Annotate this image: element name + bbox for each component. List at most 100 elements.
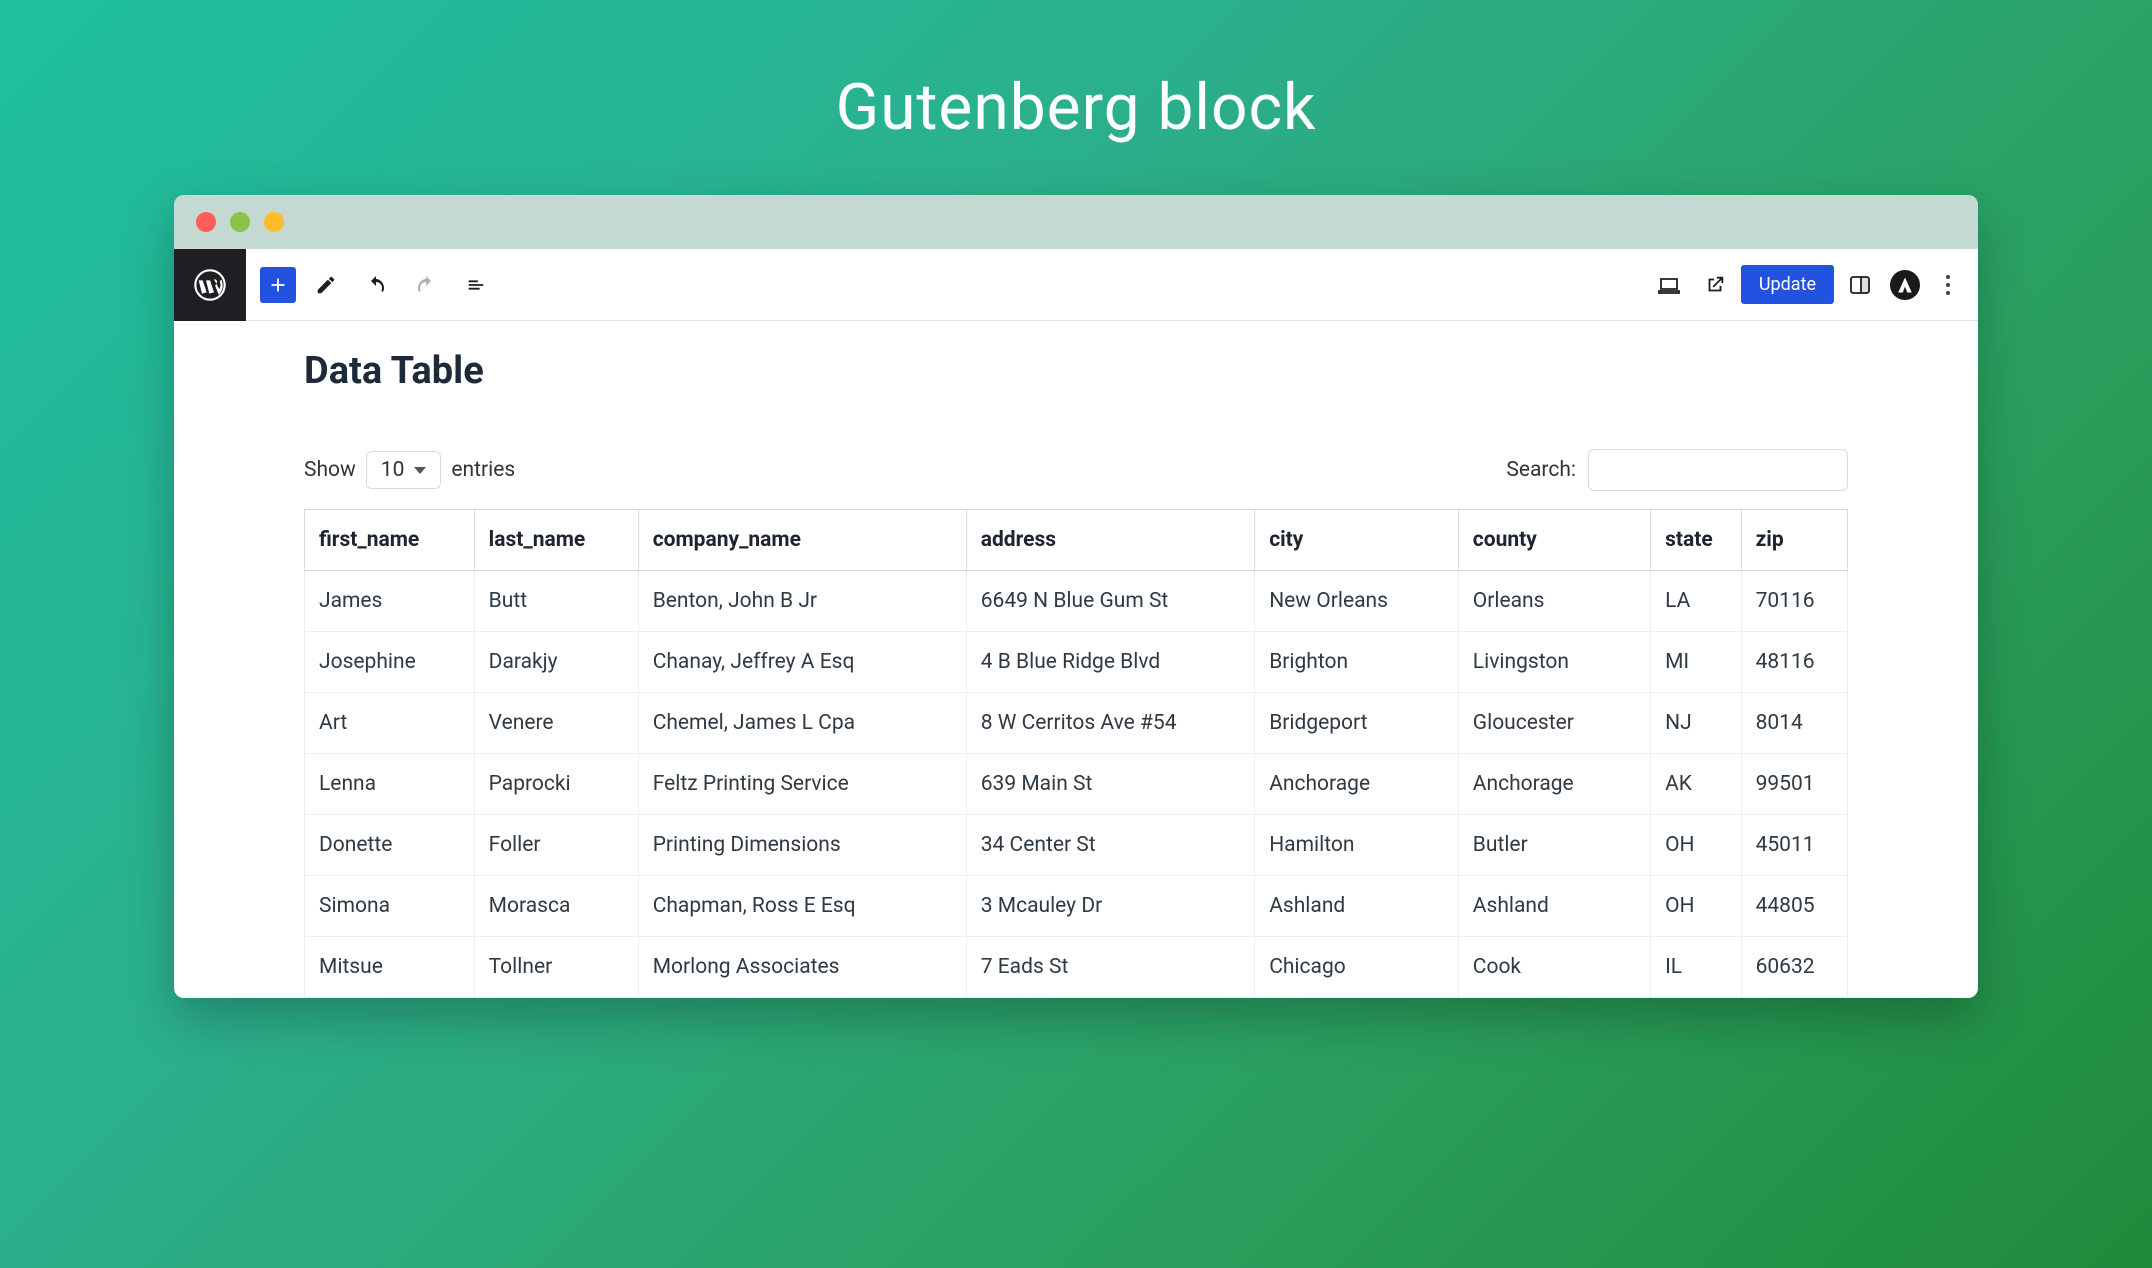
cell-county: Butler	[1458, 815, 1650, 876]
cell-last-name: Foller	[474, 815, 638, 876]
hero-title: Gutenberg block	[0, 0, 2152, 195]
cell-state: AK	[1651, 754, 1741, 815]
cell-county: Gloucester	[1458, 693, 1650, 754]
cell-last-name: Paprocki	[474, 754, 638, 815]
editor-topbar: Update	[174, 249, 1978, 321]
window-close-dot[interactable]	[196, 212, 216, 232]
table-row: ArtVenereChemel, James L Cpa8 W Cerritos…	[305, 693, 1848, 754]
page-length-value: 10	[381, 458, 405, 482]
table-row: DonetteFollerPrinting Dimensions34 Cente…	[305, 815, 1848, 876]
cell-zip: 70116	[1741, 571, 1847, 632]
cell-company-name: Feltz Printing Service	[638, 754, 966, 815]
sidebar-icon	[1848, 273, 1872, 297]
redo-icon	[414, 273, 438, 297]
table-header-row: first_name last_name company_name addres…	[305, 510, 1848, 571]
cell-company-name: Printing Dimensions	[638, 815, 966, 876]
cell-address: 4 B Blue Ridge Blvd	[966, 632, 1254, 693]
editor-content: Data Table Show 10 entries Search: first…	[174, 321, 1978, 998]
cell-last-name: Venere	[474, 693, 638, 754]
column-header-first-name[interactable]: first_name	[305, 510, 475, 571]
table-row: SimonaMorascaChapman, Ross E Esq3 Mcaule…	[305, 876, 1848, 937]
cell-last-name: Darakjy	[474, 632, 638, 693]
column-header-state[interactable]: state	[1651, 510, 1741, 571]
cell-city: Anchorage	[1255, 754, 1459, 815]
table-row: LennaPaprockiFeltz Printing Service639 M…	[305, 754, 1848, 815]
search-input[interactable]	[1588, 449, 1848, 491]
column-header-county[interactable]: county	[1458, 510, 1650, 571]
cell-company-name: Benton, John B Jr	[638, 571, 966, 632]
cell-company-name: Chanay, Jeffrey A Esq	[638, 632, 966, 693]
cell-address: 639 Main St	[966, 754, 1254, 815]
cell-first-name: James	[305, 571, 475, 632]
wordpress-logo[interactable]	[174, 249, 246, 321]
column-header-address[interactable]: address	[966, 510, 1254, 571]
wordpress-icon	[194, 269, 226, 301]
length-control: Show 10 entries	[304, 451, 515, 489]
window-minimize-dot[interactable]	[230, 212, 250, 232]
astra-theme-badge[interactable]	[1890, 270, 1920, 300]
cell-address: 3 Mcauley Dr	[966, 876, 1254, 937]
kebab-icon	[1946, 283, 1950, 287]
cell-first-name: Mitsue	[305, 937, 475, 998]
cell-state: MI	[1651, 632, 1741, 693]
cell-last-name: Butt	[474, 571, 638, 632]
data-table: first_name last_name company_name addres…	[304, 509, 1848, 998]
undo-button[interactable]	[356, 265, 396, 305]
cell-company-name: Morlong Associates	[638, 937, 966, 998]
cell-state: LA	[1651, 571, 1741, 632]
preview-device-button[interactable]	[1649, 265, 1689, 305]
cell-zip: 45011	[1741, 815, 1847, 876]
toolbar-left	[246, 265, 496, 305]
document-overview-button[interactable]	[456, 265, 496, 305]
column-header-last-name[interactable]: last_name	[474, 510, 638, 571]
entries-label: entries	[451, 458, 515, 482]
edit-mode-button[interactable]	[306, 265, 346, 305]
cell-company-name: Chemel, James L Cpa	[638, 693, 966, 754]
options-menu-button[interactable]	[1930, 267, 1966, 303]
show-label: Show	[304, 458, 356, 482]
laptop-icon	[1657, 273, 1681, 297]
page-title: Data Table	[304, 349, 1848, 393]
table-row: MitsueTollnerMorlong Associates7 Eads St…	[305, 937, 1848, 998]
cell-first-name: Simona	[305, 876, 475, 937]
cell-city: Hamilton	[1255, 815, 1459, 876]
cell-first-name: Lenna	[305, 754, 475, 815]
undo-icon	[364, 273, 388, 297]
cell-company-name: Chapman, Ross E Esq	[638, 876, 966, 937]
add-block-button[interactable]	[260, 267, 296, 303]
window-maximize-dot[interactable]	[264, 212, 284, 232]
column-header-zip[interactable]: zip	[1741, 510, 1847, 571]
cell-city: Brighton	[1255, 632, 1459, 693]
page-length-select[interactable]: 10	[366, 451, 442, 489]
cell-zip: 48116	[1741, 632, 1847, 693]
cell-county: Cook	[1458, 937, 1650, 998]
cell-address: 7 Eads St	[966, 937, 1254, 998]
cell-county: Anchorage	[1458, 754, 1650, 815]
cell-first-name: Art	[305, 693, 475, 754]
cell-city: New Orleans	[1255, 571, 1459, 632]
cell-zip: 60632	[1741, 937, 1847, 998]
window-titlebar	[174, 195, 1978, 249]
search-label: Search:	[1506, 458, 1576, 482]
list-icon	[465, 274, 487, 296]
external-link-icon	[1704, 274, 1726, 296]
column-header-city[interactable]: city	[1255, 510, 1459, 571]
toolbar-right: Update	[1649, 265, 1978, 305]
cell-city: Chicago	[1255, 937, 1459, 998]
sidebar-toggle-button[interactable]	[1840, 265, 1880, 305]
cell-state: OH	[1651, 815, 1741, 876]
cell-state: NJ	[1651, 693, 1741, 754]
update-button[interactable]: Update	[1741, 265, 1834, 304]
cell-zip: 44805	[1741, 876, 1847, 937]
cell-state: IL	[1651, 937, 1741, 998]
cell-address: 6649 N Blue Gum St	[966, 571, 1254, 632]
cell-zip: 8014	[1741, 693, 1847, 754]
cell-zip: 99501	[1741, 754, 1847, 815]
view-post-button[interactable]	[1695, 265, 1735, 305]
cell-last-name: Tollner	[474, 937, 638, 998]
table-row: JosephineDarakjyChanay, Jeffrey A Esq4 B…	[305, 632, 1848, 693]
browser-window: Update Data Table Show 10 entries	[174, 195, 1978, 998]
datatable-controls: Show 10 entries Search:	[304, 449, 1848, 491]
redo-button[interactable]	[406, 265, 446, 305]
column-header-company-name[interactable]: company_name	[638, 510, 966, 571]
